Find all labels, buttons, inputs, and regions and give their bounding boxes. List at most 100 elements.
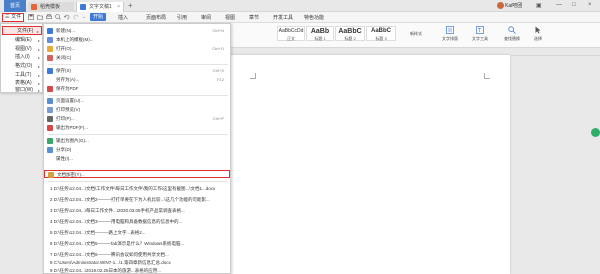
docer-icon [31,4,37,10]
new-document-icon [47,28,53,34]
menu-item-properties[interactable]: 属性(I)... [44,155,230,163]
svg-text:T: T [477,28,482,34]
user-name[interactable]: Kai吧团 [505,2,522,9]
menu-item-local-templates[interactable]: 本机上的模板(M)... [44,36,230,44]
save-icon [47,68,53,74]
menu-special-features[interactable]: 特色功能 [304,14,324,21]
left-menu-insert[interactable]: 插入(I) ▸ [1,53,42,62]
menu-separator [48,64,228,65]
recent-file[interactable]: 5 D:\任务\12.04...\文档———路上文字...表格2... [44,228,230,237]
chevron-right-icon: ▸ [37,38,40,43]
recent-file[interactable]: 2 D:\任务\12.04...\文档2———打打单要在下为人机比较...\这几… [44,195,230,204]
menu-view[interactable]: 视图 [225,14,235,21]
menu-item-print-preview[interactable]: 打印预览(V) [44,106,230,114]
new-style-button[interactable]: 新样式 [404,31,428,37]
style-normal[interactable]: AaBbCcDd 正文 [277,26,305,41]
recent-file[interactable]: 1 D:\任务\12.04...\文档\工作文件\每日工作文件\我的工作\这里有… [44,184,230,193]
skin-icon[interactable]: ▣ [536,2,542,9]
chevron-right-icon: ▸ [36,29,39,34]
close-window-icon[interactable]: × [588,2,592,8]
close-icon[interactable]: × [117,2,120,12]
menu-separator [48,95,228,96]
recent-file[interactable]: 6 D:\任务\12.04...\文档5———fab演示是什么？Windows系… [44,239,230,248]
left-menu-window[interactable]: 窗口(W) ▸ [1,87,42,94]
redo-icon[interactable] [73,14,79,20]
menu-page-layout[interactable]: 页面布局 [146,14,166,21]
menu-item-export-pdf[interactable]: 输出为PDF(F)... [44,124,230,132]
save-icon[interactable] [28,14,34,20]
recent-file[interactable]: 3 D:\任务\12.04...\每日工作文件...\2020.03.05手机产… [44,206,230,215]
menu-separator [48,134,228,135]
template-icon [47,37,53,43]
file-dropdown: 文件(F) ▸ 编辑(E) ▸ 视图(V) ▸ 插入(I) ▸ 格式(O) ▸ 工具(T)… [0,23,43,93]
menu-bar: 三 文件 ⌄ 开始 插入 页面布局 引用 审阅 视图 章节 开发工具 特色功能 [0,12,600,23]
menu-item-open[interactable]: 打开(O)... Ctrl+O [44,45,230,53]
menu-chapter[interactable]: 章节 [249,14,259,21]
menu-review[interactable]: 审阅 [201,14,211,21]
page-setup-icon [47,98,53,104]
tab-home[interactable]: 首页 [4,0,26,12]
menu-item-save[interactable]: 保存(S) Ctrl+S [44,67,230,75]
menu-item-print[interactable]: 打印(P)... Ctrl+P [44,115,230,123]
menu-item-page-setup[interactable]: 页面设置(U)... [44,97,230,105]
print-icon [47,116,53,122]
tab-label: 文字文稿1 [89,4,112,10]
open-icon[interactable] [37,14,43,20]
menu-item-save-as[interactable]: 另存为(A)... F12 [44,76,230,84]
print-preview-icon [47,107,53,113]
menu-item-new[interactable]: 新建(N)... Ctrl+N [44,27,230,35]
close-document-icon [47,55,53,61]
menu-insert[interactable]: 插入 [118,14,128,21]
print-icon[interactable] [46,14,52,20]
chevron-right-icon: ▸ [37,64,40,69]
minimize-icon[interactable]: — [556,2,562,8]
menu-item-document-encrypt[interactable]: 文档加密(Y)... [44,170,230,178]
preview-icon[interactable] [55,14,61,20]
properties-icon [47,156,53,162]
file-submenu: 新建(N)... Ctrl+N 本机上的模板(M)... 打开(O)... Ct… [43,23,231,274]
recent-file[interactable]: 4 D:\任务\12.04...\文档3———用电脑和具备数据信息的信息中的..… [44,217,230,226]
recent-file[interactable]: 9 D:\任务\12.04...\2019.02.25日本的旅游...表格的应用… [44,266,230,274]
left-menu-format[interactable]: 格式(O) ▸ [1,62,42,71]
share-icon [47,147,53,153]
select-button[interactable]: 选择 [528,26,548,42]
new-tab-button[interactable]: + [128,1,133,10]
document-page[interactable] [230,55,510,274]
menu-reference[interactable]: 引用 [177,14,187,21]
tab-document[interactable]: 文字文稿1 × [76,2,124,12]
menu-item-export-image[interactable]: 输出为图片(G)... [44,137,230,145]
text-layout-button[interactable]: 文字排版 [436,26,464,42]
left-menu-edit[interactable]: 编辑(E) ▸ [1,36,42,45]
menu-start[interactable]: 开始 [90,13,107,21]
style-heading-3[interactable]: AaBbC 标题 3 [366,26,396,41]
menu-separator [48,181,228,182]
style-heading-2[interactable]: AaBbC 标题 2 [335,26,365,41]
style-heading-1[interactable]: AaBb 标题 1 [306,26,334,41]
tab-label: 稻壳模板 [40,4,61,10]
menu-developer-tools[interactable]: 开发工具 [273,14,293,21]
find-replace-button[interactable]: 查找替换 [498,26,526,42]
lock-icon [48,172,54,178]
margin-corner [484,73,490,79]
chevron-down-icon[interactable]: ⌄ [82,14,86,20]
avatar[interactable] [497,2,504,9]
text-tools-icon: T [476,26,484,34]
left-menu-file[interactable]: 文件(F) ▸ [2,26,42,35]
menu-item-save-pdf[interactable]: 保存为PDF [44,85,230,93]
side-panel-button[interactable] [591,128,600,137]
tab-docer-templates[interactable]: 稻壳模板 [28,2,74,12]
cursor-icon [535,26,541,34]
tab-bar: 首页 稻壳模板 文字文稿1 × + Kai吧团 ▣ — □ × [0,0,600,12]
maximize-icon[interactable]: □ [572,2,576,8]
text-tools-button[interactable]: T 文字工具 [466,26,494,42]
menu-item-share[interactable]: 分享(D) [44,146,230,154]
writer-icon [80,4,86,10]
search-icon [508,26,516,34]
undo-icon[interactable] [64,14,70,20]
file-menu-button[interactable]: 三 文件 [2,13,24,22]
text-layout-icon [446,26,454,34]
chevron-right-icon: ▸ [37,88,40,93]
menu-item-close[interactable]: 关闭(C) [44,54,230,62]
save-as-icon [47,77,53,83]
export-pdf-icon [47,125,53,131]
